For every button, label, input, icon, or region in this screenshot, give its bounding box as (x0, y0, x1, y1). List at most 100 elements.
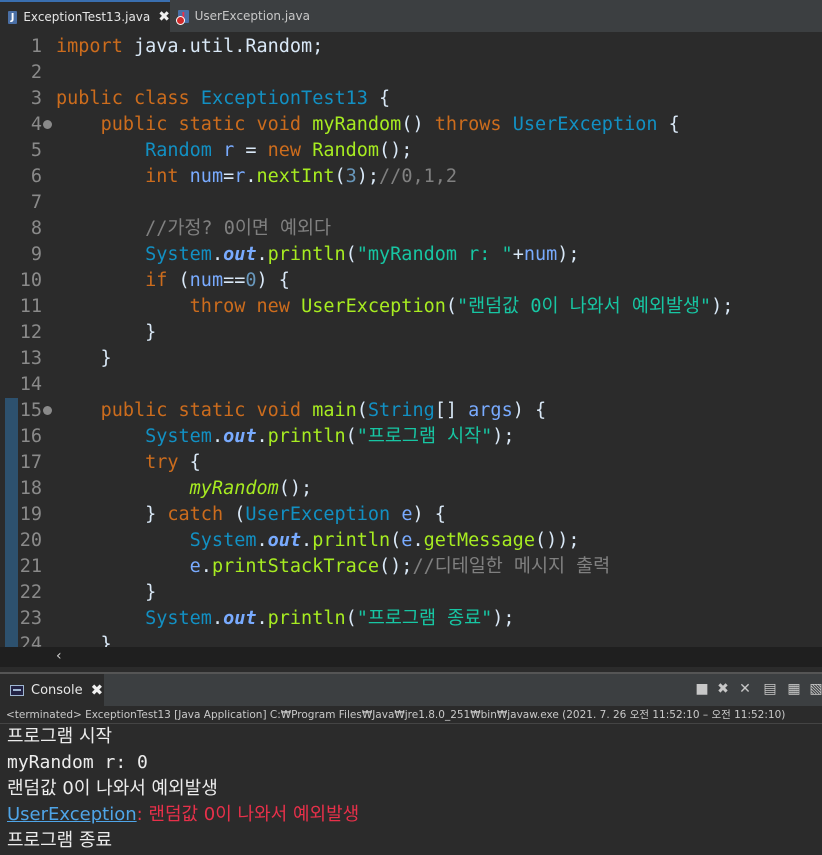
code-token: . (301, 530, 313, 551)
code-line[interactable]: 6 int num=r.nextInt(3);//0,1,2 (0, 164, 822, 190)
code-token: (); (278, 478, 313, 499)
code-text: } (56, 346, 112, 372)
code-editor[interactable]: 1 import java.util.Random; 2 3 public class … (0, 32, 822, 647)
code-token: ); (492, 608, 515, 629)
code-token: ( (334, 166, 346, 187)
code-token: class (133, 88, 190, 109)
code-text: } (56, 632, 112, 647)
code-token: //가정? 0이면 예외다 (145, 218, 332, 239)
code-token: { (657, 114, 680, 135)
code-token: 0 (245, 270, 257, 291)
fold-toggle-icon[interactable] (43, 406, 52, 415)
terminate-icon[interactable]: ■ (694, 681, 710, 697)
code-token: ); (492, 426, 515, 447)
tab-exceptiontest13[interactable]: J ExceptionTest13.java ✖ (0, 0, 170, 32)
tab-console[interactable]: Console ✖ (0, 674, 104, 706)
code-line[interactable]: 22 } (0, 580, 822, 606)
code-token: } (56, 504, 168, 525)
code-token: catch (167, 504, 224, 525)
code-line[interactable]: 14 (0, 372, 822, 398)
code-token: ); (711, 296, 734, 317)
code-token: throws (434, 114, 502, 135)
console-tab-label: Console (31, 682, 83, 698)
scroll-left-icon[interactable]: ‹ (56, 648, 62, 664)
fold-toggle-icon[interactable] (43, 120, 52, 129)
code-line[interactable]: 19 } catch (UserException e) { (0, 502, 822, 528)
console-output[interactable]: 프로그램 시작 myRandom r: 0 랜덤값 0이 나와서 예외발생 Us… (0, 724, 822, 855)
code-line[interactable]: 18 myRandom(); (0, 476, 822, 502)
code-line[interactable]: 4 public static void myRandom() throws U… (0, 112, 822, 138)
code-line[interactable]: 3 public class ExceptionTest13 { (0, 86, 822, 112)
code-token: . (256, 530, 268, 551)
code-line[interactable]: 13 } (0, 346, 822, 372)
line-number: 5 (30, 140, 42, 161)
code-line[interactable]: 21 e.printStackTrace();//디테일한 메시지 출력 (0, 554, 822, 580)
clear-console-icon[interactable]: ▤ (762, 681, 778, 697)
scroll-lock-icon[interactable]: ▦ (786, 681, 802, 697)
code-text: System.out.println("프로그램 종료"); (56, 606, 515, 632)
code-token: ); (557, 244, 580, 265)
code-token: out (223, 244, 257, 265)
code-line[interactable]: 9 System.out.println("myRandom r: "+num)… (0, 242, 822, 268)
code-text: try { (56, 450, 201, 476)
remove-all-icon[interactable]: ✕ (737, 681, 753, 697)
remove-launch-icon[interactable]: ✖ (715, 681, 731, 697)
code-token: ( (345, 244, 357, 265)
code-line[interactable]: 17 try { (0, 450, 822, 476)
console-status: <terminated> ExceptionTest13 [Java Appli… (0, 706, 822, 724)
code-line[interactable]: 16 System.out.println("프로그램 시작"); (0, 424, 822, 450)
code-line[interactable]: 15 public static void main(String[] args… (0, 398, 822, 424)
close-tab-icon[interactable]: ✖ (158, 9, 170, 25)
code-token: "프로그램 종료" (356, 608, 493, 629)
code-line[interactable]: 24 } (0, 632, 822, 647)
code-token: //0,1,2 (379, 166, 458, 187)
code-token: ) { (512, 400, 547, 421)
code-token: e (401, 504, 413, 525)
code-line[interactable]: 2 (0, 60, 822, 86)
line-number: 21 (19, 556, 42, 577)
code-token: ) { (256, 270, 290, 291)
code-token: static (178, 114, 246, 135)
code-line[interactable]: 8 //가정? 0이면 예외다 (0, 216, 822, 242)
code-token: . (211, 244, 224, 265)
code-line[interactable]: 12 } (0, 320, 822, 346)
horizontal-scrollbar[interactable]: ‹ (0, 647, 822, 667)
error-message: : 랜덤값 0이 나와서 예외발생 (136, 804, 360, 825)
line-number: 13 (19, 348, 42, 369)
code-token: System (145, 426, 212, 447)
code-line[interactable]: 10 if (num==0) { (0, 268, 822, 294)
code-line[interactable]: 23 System.out.println("프로그램 종료"); (0, 606, 822, 632)
tab-userexception[interactable]: J UserException.java (170, 0, 310, 32)
code-line[interactable]: 7 (0, 190, 822, 216)
word-wrap-icon[interactable]: ▧ (808, 681, 822, 697)
exception-link[interactable]: UserException (7, 804, 137, 825)
code-token: 3 (345, 166, 357, 187)
code-token: UserException (512, 114, 658, 135)
code-token: println (267, 244, 346, 265)
code-line[interactable]: 5 Random r = new Random(); (0, 138, 822, 164)
line-number: 18 (19, 478, 42, 499)
code-token: public (56, 88, 123, 109)
code-line[interactable]: 11 throw new UserException("랜덤값 0이 나와서 예… (0, 294, 822, 320)
line-number: 8 (30, 218, 42, 239)
code-text: e.printStackTrace();//디테일한 메시지 출력 (56, 554, 611, 580)
line-number: 9 (30, 244, 42, 265)
line-number: 24 (19, 634, 42, 647)
code-text: if (num==0) { (56, 268, 290, 294)
code-line[interactable]: 20 System.out.println(e.getMessage()); (0, 528, 822, 554)
line-number: 19 (19, 504, 42, 525)
code-token: ( (356, 400, 368, 421)
close-console-icon[interactable]: ✖ (91, 681, 104, 699)
code-line[interactable]: 1 import java.util.Random; (0, 34, 822, 60)
code-token: out (267, 530, 302, 551)
code-text: } (56, 580, 156, 606)
code-token: main (312, 400, 357, 421)
